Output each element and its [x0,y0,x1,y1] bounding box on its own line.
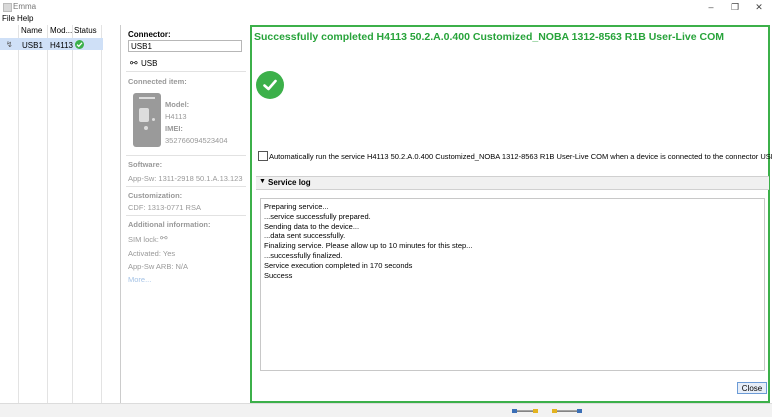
connector-field[interactable]: USB1 [128,40,242,52]
column-header-model[interactable]: Mod... [50,26,72,35]
log-line: ...data sent successfully. [264,231,346,241]
window-title: Emma [13,2,37,11]
imei-label: IMEI: [165,124,183,133]
column-divider [72,25,73,403]
divider [126,71,246,72]
log-line: Service execution completed in 170 secon… [264,260,413,270]
unlock-icon: ⚯ [160,233,168,243]
auto-run-checkbox[interactable] [258,151,268,161]
connection-icon [512,407,538,413]
connected-item-label: Connected item: [128,77,187,86]
close-button[interactable]: Close [737,382,767,394]
software-value: App-Sw: 1311-2918 50.1.A.13.123 [128,174,243,183]
close-window-button[interactable]: ✕ [748,0,770,14]
title-bar: Emma – ❐ ✕ [0,0,772,14]
log-line: Preparing service... [264,202,329,211]
menu-file[interactable]: File [2,14,15,23]
customization-label: Customization: [128,191,183,200]
imei-value: 352766094523404 [165,136,228,145]
success-check-icon [256,71,284,99]
column-header-status[interactable]: Status [74,26,97,35]
more-link[interactable]: More... [128,275,151,284]
divider [126,186,246,187]
menu-help[interactable]: Help [17,14,33,23]
status-bar [0,403,772,417]
service-log-output[interactable]: Preparing service... ...service successf… [260,198,765,371]
log-line: ...successfully finalized. [264,250,343,260]
service-log-header[interactable] [256,176,769,190]
auto-run-label: Automatically run the service H4113 50.2… [269,152,772,161]
phone-image [133,93,161,147]
divider [126,215,246,216]
column-divider [18,25,19,403]
usb-plug-icon: ↯ [6,40,13,49]
log-line: Finalizing service. Please allow up to 1… [264,241,473,251]
check-icon [75,40,84,49]
log-line: Sending data to the device... [264,221,360,231]
menu-bar: File Help [0,14,772,25]
column-header-name[interactable]: Name [21,26,42,35]
divider [126,155,246,156]
maximize-button[interactable]: ❐ [724,0,746,14]
usb-label: USB [141,59,158,68]
chevron-down-icon[interactable]: ▼ [259,178,266,185]
arb-status: App-Sw ARB: N/A [128,262,189,271]
device-list: Name Mod... Status [0,25,121,403]
customization-value: CDF: 1313-0771 RSA [128,203,201,212]
sim-lock-label: SIM lock: [128,235,159,244]
activated-status: Activated: Yes [128,249,176,258]
connection-icon [552,407,582,413]
log-line: ...service successfully prepared. [264,211,371,221]
model-value: H4113 [165,112,187,121]
service-log-title: Service log [268,178,311,187]
minimize-button[interactable]: – [700,0,722,14]
model-label: Model: [165,100,190,109]
column-divider [47,25,48,403]
status-title: Successfully completed H4113 50.2.A.0.40… [254,31,724,43]
usb-icon: ⚯ [130,58,138,68]
additional-info-label: Additional information: [128,220,211,229]
row-model: H4113 [50,41,73,50]
app-icon [3,3,12,12]
connector-label: Connector: [128,30,171,39]
column-divider [101,25,102,403]
software-label: Software: [128,160,163,169]
log-line: Success [264,270,293,280]
row-name: USB1 [22,41,43,50]
